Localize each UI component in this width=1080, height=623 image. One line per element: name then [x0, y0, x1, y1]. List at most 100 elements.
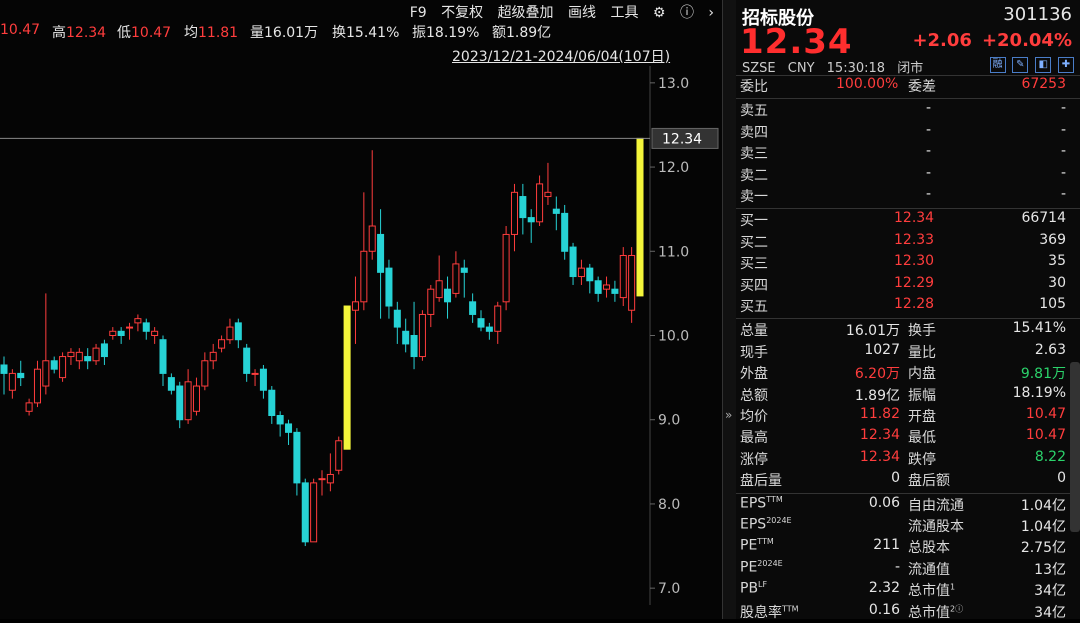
scrollbar[interactable]: [1070, 362, 1080, 532]
fundamental-row: PE2024E - 流通值 13亿: [736, 559, 1080, 580]
fund-label: 流通值: [908, 561, 950, 578]
weibi-row: 委比 100.00% 委差 67253: [736, 76, 1080, 97]
ask-volume: -: [1060, 186, 1066, 202]
price-change: +2.06 +20.04%: [902, 30, 1072, 51]
last-price: 12.34: [740, 22, 853, 62]
currency: CNY: [787, 61, 815, 76]
candle-body: [510, 191, 518, 235]
candle-body: [326, 473, 334, 484]
stat-row: 涨停 12.34 跌停 8.22: [736, 449, 1080, 470]
candle-body: [301, 482, 309, 543]
fund-label: EPSTTM: [740, 494, 783, 512]
candle-body: [142, 322, 150, 332]
candle-body: [351, 301, 359, 311]
candle-body: [42, 360, 50, 387]
market-meta: SZSE CNY 15:30:18 闭市: [742, 57, 931, 76]
candle-body: [435, 280, 443, 299]
candle-body: [201, 360, 209, 387]
edit-icon[interactable]: ✎: [1012, 57, 1029, 73]
fundamental-row: PETTM 211 总股本 2.75亿: [736, 537, 1080, 558]
candle-body: [619, 254, 627, 299]
candle-body: [209, 351, 217, 362]
margin-icon[interactable]: 融: [989, 57, 1006, 73]
candle-body: [410, 335, 418, 358]
add-icon[interactable]: ✚: [1058, 57, 1074, 73]
bid-row: 买五 12.28 105: [736, 296, 1080, 317]
ask-volume: -: [1060, 100, 1066, 117]
divider-line: [736, 208, 1080, 210]
fund-value: 34亿: [1034, 583, 1066, 600]
change-abs: +2.06: [912, 30, 972, 51]
stat-label: 振幅: [908, 387, 936, 404]
candle-body: [218, 339, 226, 349]
stat-row: 最高 12.34 最低 10.47: [736, 427, 1080, 448]
candle-body: [536, 183, 544, 223]
bid-row: 买一 12.34 66714: [736, 210, 1080, 231]
candle-body: [75, 351, 83, 362]
layout-icon[interactable]: ◧: [1035, 57, 1052, 73]
fund-label: EPS2024E: [740, 516, 792, 533]
y-tick-label: 10.0: [658, 329, 689, 345]
stat-label: 现手: [740, 344, 768, 361]
candle-body: [234, 322, 242, 341]
bid-label: 买五: [740, 299, 768, 315]
candle-body: [402, 330, 410, 345]
stat-row: 总量 16.01万 换手 15.41%: [736, 320, 1080, 341]
stock-code: 301136: [1003, 4, 1072, 25]
stat-label: 盘后额: [908, 473, 950, 490]
fund-label: PBLF: [740, 580, 768, 597]
bid-volume: 105: [1039, 296, 1066, 312]
candle-body: [318, 478, 326, 481]
bid-label: 买一: [740, 213, 768, 230]
quote-panel: 招标股份 301136 12.34 +2.06 +20.04% SZSE CNY …: [736, 0, 1080, 621]
stat-label: 换手: [908, 323, 936, 340]
candle-body: [460, 267, 468, 273]
bid-price: 12.34: [894, 210, 935, 227]
stat-value: 8.22: [1034, 448, 1066, 465]
candle-body: [285, 423, 293, 433]
candlestick-chart[interactable]: 7.0 8.0 9.0 10.0 11.0 12.0 13.0 12.34: [0, 0, 722, 619]
fund-label: 总股本: [908, 540, 950, 557]
stat-label: 涨停: [740, 451, 768, 468]
fund-label: 自由流通: [908, 497, 964, 514]
fund-label: 流通股本: [908, 519, 964, 535]
bid-label: 买四: [740, 277, 768, 294]
stat-label: 最低: [908, 430, 936, 447]
bid-price: 12.33: [894, 231, 935, 248]
candle-body: [427, 288, 435, 315]
y-tick-label: 7.0: [658, 581, 680, 597]
candle-body: [293, 431, 301, 484]
ask-row: 卖一 - -: [736, 186, 1080, 207]
bid-row: 买三 12.30 35: [736, 253, 1080, 274]
fund-label: PE2024E: [740, 558, 783, 576]
candle-body: [469, 301, 477, 315]
weicha-value: 67253: [1021, 76, 1066, 92]
candle-body: [502, 233, 510, 303]
fund-value: -: [894, 558, 900, 575]
ask-price: -: [926, 143, 932, 160]
expand-icon[interactable]: »: [725, 408, 732, 422]
candle-body: [167, 377, 175, 391]
change-pct: +20.04%: [981, 30, 1072, 51]
bid-row: 买四 12.29 30: [736, 275, 1080, 296]
candle-body: [251, 372, 259, 375]
candle-body: [544, 191, 552, 198]
candle-body: [452, 263, 460, 294]
candle-body: [594, 280, 602, 294]
stat-row: 现手 1027 量比 2.63: [736, 342, 1080, 363]
stat-value: 2.63: [1034, 341, 1066, 358]
fundamental-row: PBLF 2.32 总市值1 34亿: [736, 580, 1080, 601]
candle-body: [561, 212, 569, 252]
candle-body: [577, 267, 585, 278]
stat-label: 量比: [908, 344, 936, 361]
candle-body: [485, 326, 493, 332]
candle-body: [59, 356, 67, 379]
y-tick-label: 12.0: [658, 160, 689, 176]
fund-value: 1.04亿: [1020, 497, 1066, 514]
candle-body: [8, 372, 16, 391]
candle-body: [385, 267, 393, 307]
stat-label: 外盘: [740, 366, 768, 383]
chart-panel[interactable]: 10.47 高12.34 低10.47 均11.81 量16.01万 换15.4…: [0, 0, 722, 619]
candle-body: [176, 385, 184, 421]
candle-body: [552, 208, 560, 214]
